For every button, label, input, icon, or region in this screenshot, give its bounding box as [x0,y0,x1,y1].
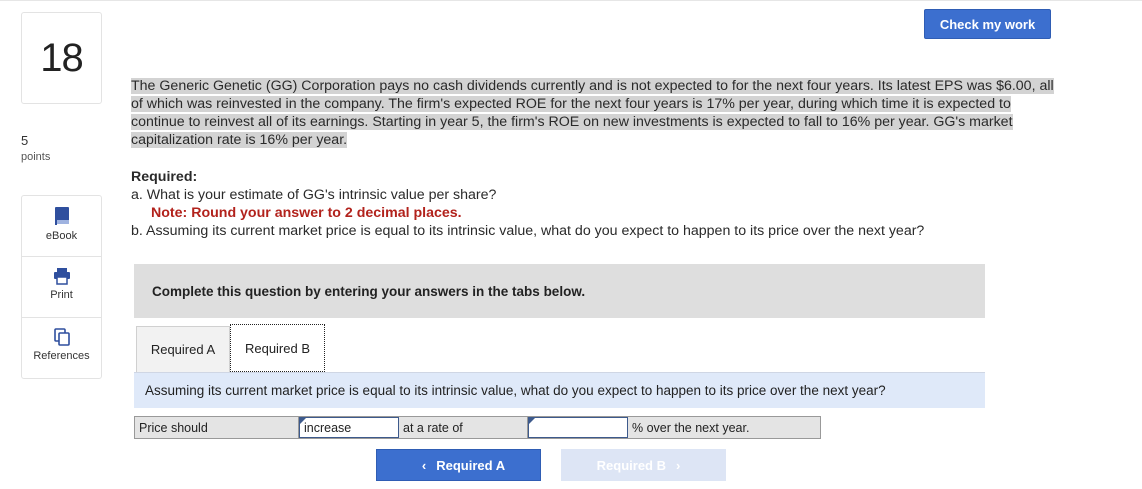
tab-prompt: Assuming its current market price is equ… [134,373,985,408]
answer-row: Price should increase at a rate of % ove… [134,416,821,439]
tab-prompt-text: Assuming its current market price is equ… [145,383,886,398]
references-label: References [33,350,90,362]
direction-select-value: increase [304,420,352,435]
tools-panel: eBook Print References [21,195,102,379]
tab-required-a[interactable]: Required A [136,326,230,372]
problem-text: The Generic Genetic (GG) Corporation pay… [131,77,1057,149]
print-button[interactable]: Print [22,257,101,318]
references-button[interactable]: References [22,318,101,379]
problem-text-highlight: The Generic Genetic (GG) Corporation pay… [131,78,1054,148]
next-required-b-button: Required B › [561,449,726,481]
question-number: 18 [40,35,83,80]
ebook-label: eBook [45,230,78,242]
printer-icon [53,267,71,285]
chevron-left-icon: ‹ [421,457,427,473]
required-section: Required: a. What is your estimate of GG… [131,168,1061,240]
rate-label: at a rate of [399,417,528,438]
next-button-label: Required B [596,457,666,473]
rate-input[interactable] [528,417,628,438]
check-my-work-button[interactable]: Check my work [924,9,1051,39]
chevron-right-icon: › [676,457,681,473]
instructions-text: Complete this question by entering your … [152,283,586,299]
required-b-text: b. Assuming its current market price is … [131,223,925,239]
prev-button-label: Required A [436,457,506,473]
ebook-button[interactable]: eBook [22,196,101,257]
book-icon [54,206,70,226]
percent-label: % over the next year. [632,420,750,435]
print-label: Print [50,289,73,301]
points-value: 5 [21,133,29,148]
required-a-text: a. What is your estimate of GG's intrins… [131,187,497,203]
input-corner-marker [300,418,306,424]
points-label: points [21,151,51,163]
top-divider [0,0,1142,1]
prev-required-a-button[interactable]: ‹ Required A [376,449,541,481]
required-title: Required: [131,169,198,185]
input-corner-marker [529,418,535,424]
copy-icon [53,328,70,346]
price-should-label: Price should [135,417,299,438]
direction-select[interactable]: increase [299,417,399,438]
tab-required-b[interactable]: Required B [230,324,325,372]
rounding-note: Note: Round your answer to 2 decimal pla… [151,205,462,221]
question-number-box: 18 [21,12,102,104]
instructions-banner: Complete this question by entering your … [134,264,985,318]
